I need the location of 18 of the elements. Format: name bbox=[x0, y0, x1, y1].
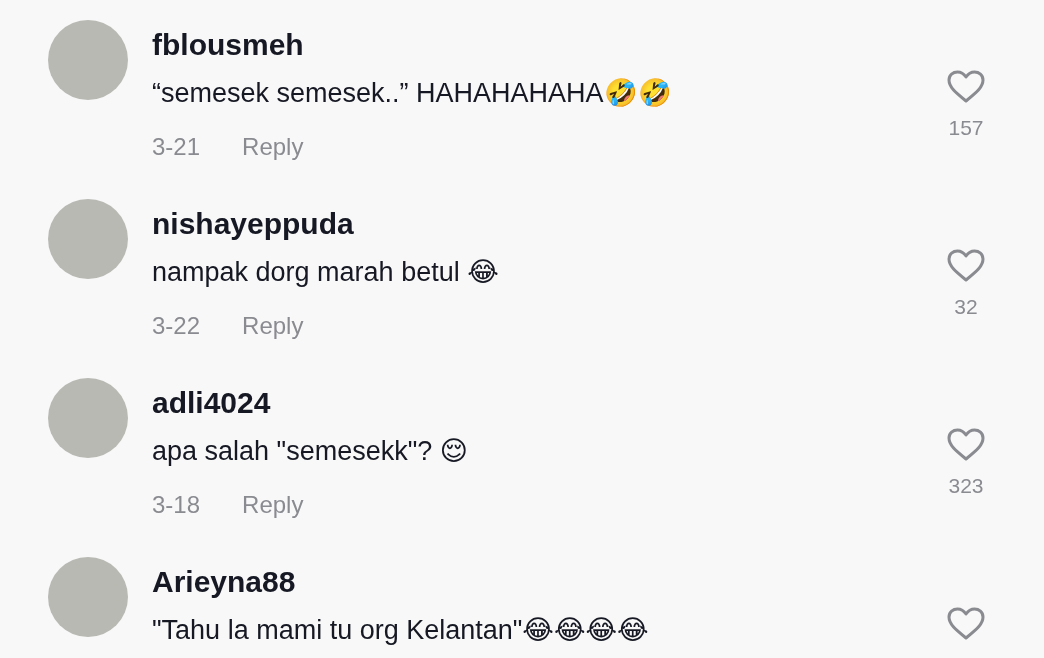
like-count: 157 bbox=[948, 116, 984, 140]
like-count: 32 bbox=[954, 295, 978, 319]
comment-text: “semesek semesek..” HAHAHAHAHA🤣🤣 bbox=[152, 77, 673, 110]
username[interactable]: Arieyna88 bbox=[152, 562, 906, 602]
comment-text: apa salah "semesekk"? 😌 bbox=[152, 435, 469, 468]
like-count: 323 bbox=[948, 474, 984, 498]
heart-icon[interactable] bbox=[947, 249, 985, 283]
comment-date: 3-22 bbox=[152, 311, 201, 341]
comment-text: nampak dorg marah betul 😂 bbox=[152, 256, 500, 289]
username[interactable]: nishayeppuda bbox=[152, 204, 906, 244]
username[interactable]: adli4024 bbox=[152, 383, 906, 423]
comment-text: "Tahu la mami tu org Kelantan"😂😂😂😂 bbox=[152, 614, 650, 647]
heart-icon[interactable] bbox=[947, 428, 985, 462]
comment-date: 3-18 bbox=[152, 490, 201, 520]
username[interactable]: fblousmeh bbox=[152, 25, 906, 65]
heart-icon[interactable] bbox=[947, 607, 985, 641]
heart-icon[interactable] bbox=[947, 70, 985, 104]
comment-date: 3-21 bbox=[152, 132, 201, 162]
